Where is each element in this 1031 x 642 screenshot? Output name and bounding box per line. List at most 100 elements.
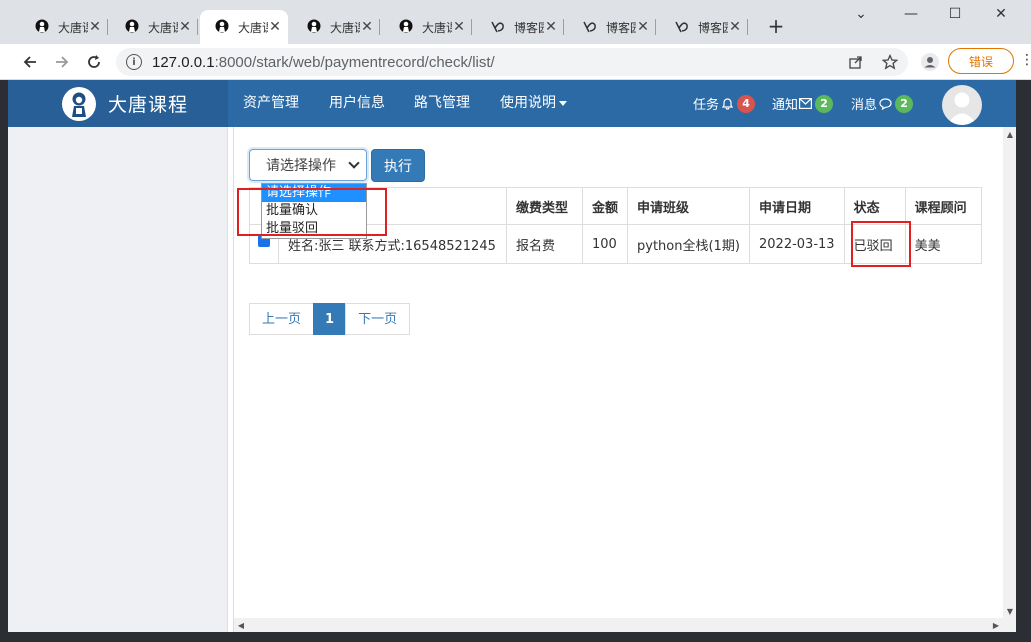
logo-icon (62, 86, 96, 121)
cell-date: 2022-03-13 (749, 224, 845, 264)
tasks-link[interactable]: 任务 4 (693, 80, 756, 127)
address-toolbar: i 127.0.0.1:8000/stark/web/paymentrecord… (0, 44, 1031, 80)
cnblogs-icon (674, 19, 690, 35)
tab-title: 大唐课 (422, 20, 452, 35)
table-header-amount: 金额 (581, 187, 629, 225)
messages-label: 消息 (851, 98, 878, 113)
envelope-icon (799, 98, 813, 109)
notices-label: 通知 (772, 98, 799, 113)
browser-tab-strip: 大唐课 ✕ 大唐课 ✕ 大唐课 ✕ 大唐课 ✕ 大唐课 ✕ 博客园 ✕ 博客园 … (0, 0, 1031, 44)
option-batch-confirm[interactable]: 批量确认 (262, 202, 366, 220)
person-icon (124, 19, 140, 35)
menu-user-info[interactable]: 用户信息 (329, 80, 385, 127)
share-icon[interactable] (846, 52, 866, 72)
table-header-type: 缴费类型 (506, 187, 583, 225)
menu-asset-management[interactable]: 资产管理 (243, 80, 299, 127)
person-icon (34, 19, 50, 35)
url-text: 127.0.0.1:8000/stark/web/paymentrecord/c… (152, 54, 495, 71)
close-icon[interactable]: ✕ (728, 19, 742, 35)
scroll-down-icon[interactable]: ▼ (1003, 604, 1016, 618)
tab-title: 大唐课 (58, 20, 88, 35)
chevron-down-icon[interactable]: ⌄ (846, 6, 876, 22)
scroll-up-icon[interactable]: ▲ (1003, 127, 1016, 141)
star-icon[interactable] (880, 52, 900, 72)
forward-button[interactable] (50, 50, 74, 74)
caret-down-icon (559, 100, 567, 106)
minimize-button[interactable]: — (896, 6, 926, 22)
close-icon[interactable]: ✕ (268, 19, 282, 35)
error-button[interactable]: 错误 (948, 48, 1014, 74)
close-icon[interactable]: ✕ (178, 19, 192, 35)
notices-badge: 2 (815, 94, 834, 113)
batch-action-select[interactable]: 请选择操作 (249, 149, 367, 181)
pagination: 上一页 1 下一页 (249, 303, 411, 335)
tab-title: 博客园 (514, 20, 544, 35)
brand-name: 大唐课程 (108, 94, 189, 116)
cell-consultant: 美美 (904, 224, 982, 264)
tab-title: 博客园 (698, 20, 728, 35)
back-button[interactable] (18, 50, 42, 74)
horizontal-scrollbar[interactable]: ◀ ▶ (234, 618, 1003, 632)
menu-usage-guide[interactable]: 使用说明 (500, 80, 567, 127)
tab-title: 博客园 (606, 20, 636, 35)
next-page-button[interactable]: 下一页 (345, 303, 411, 335)
reload-button[interactable] (82, 50, 106, 74)
browser-tab-active[interactable]: 大唐课 ✕ (200, 10, 288, 44)
browser-tab[interactable]: 大唐课 ✕ (292, 10, 380, 44)
background-editor-strip (1016, 80, 1031, 642)
tab-title: 大唐课 (148, 20, 178, 35)
more-vert-icon[interactable]: ⋮ (1020, 52, 1031, 68)
person-icon (214, 19, 230, 35)
scroll-left-icon[interactable]: ◀ (234, 618, 248, 632)
scroll-right-icon[interactable]: ▶ (989, 618, 1003, 632)
avatar[interactable] (942, 85, 982, 125)
table-header-date: 申请日期 (749, 187, 845, 225)
table-header-status: 状态 (843, 187, 906, 225)
browser-tab[interactable]: 博客园 ✕ (476, 10, 564, 44)
messages-badge: 2 (895, 94, 914, 113)
cell-amount: 100 (581, 224, 629, 264)
tab-title: 大唐课 (330, 20, 360, 35)
page-button-current[interactable]: 1 (313, 303, 347, 335)
vertical-scrollbar[interactable]: ▲ ▼ (1003, 127, 1016, 632)
prev-page-button[interactable]: 上一页 (249, 303, 315, 335)
execute-button[interactable]: 执行 (371, 149, 425, 182)
close-window-button[interactable]: ✕ (986, 6, 1016, 22)
info-icon[interactable]: i (126, 54, 142, 70)
tasks-label: 任务 (693, 98, 720, 113)
brand[interactable]: 大唐课程 (8, 80, 228, 127)
browser-tab[interactable]: 大唐课 ✕ (384, 10, 472, 44)
browser-tab[interactable]: 大唐课 ✕ (20, 10, 108, 44)
close-icon[interactable]: ✕ (544, 19, 558, 35)
cell-status: 已驳回 (843, 224, 906, 264)
messages-link[interactable]: 消息 2 (851, 80, 914, 127)
option-placeholder[interactable]: 请选择操作 (262, 184, 366, 202)
menu-luffy-management[interactable]: 路飞管理 (414, 80, 470, 127)
tasks-badge: 4 (737, 94, 756, 113)
web-page: 大唐课程 资产管理 用户信息 路飞管理 使用说明 任务 4 通知 2 消息 2 … (8, 80, 1016, 632)
close-icon[interactable]: ✕ (88, 19, 102, 35)
browser-tab[interactable]: 博客园 ✕ (568, 10, 656, 44)
tab-title: 大唐课 (238, 20, 268, 35)
back-arrow-icon (23, 56, 36, 68)
new-tab-button[interactable]: + (766, 14, 786, 38)
url-path: :8000/stark/web/paymentrecord/check/list… (214, 53, 495, 71)
sidebar (8, 127, 228, 632)
browser-tab[interactable]: 博客园 ✕ (660, 10, 748, 44)
cell-class: python全栈(1期) (627, 224, 751, 264)
table-header-consultant: 课程顾问 (904, 187, 982, 225)
forward-arrow-icon (56, 56, 69, 68)
close-icon[interactable]: ✕ (636, 19, 650, 35)
url-bar[interactable]: i 127.0.0.1:8000/stark/web/paymentrecord… (116, 48, 908, 76)
close-icon[interactable]: ✕ (452, 19, 466, 35)
table-header-class: 申请班级 (627, 187, 751, 225)
profile-icon[interactable] (920, 52, 940, 72)
notices-link[interactable]: 通知 2 (772, 80, 834, 127)
close-icon[interactable]: ✕ (360, 19, 374, 35)
option-batch-reject[interactable]: 批量驳回 (262, 220, 366, 238)
browser-tab[interactable]: 大唐课 ✕ (110, 10, 198, 44)
cnblogs-icon (582, 19, 598, 35)
top-navbar: 大唐课程 资产管理 用户信息 路飞管理 使用说明 任务 4 通知 2 消息 2 (8, 80, 1016, 127)
maximize-button[interactable]: ☐ (940, 6, 970, 22)
chevron-down-icon (348, 157, 360, 169)
